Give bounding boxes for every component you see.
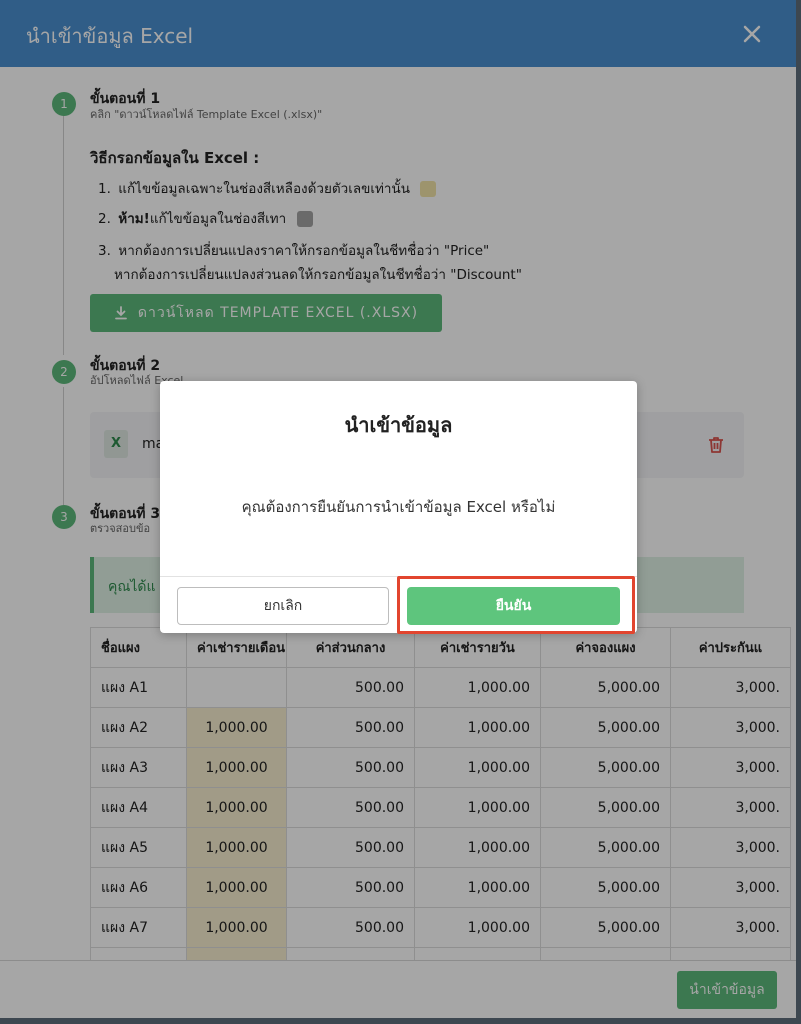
confirm-button-highlight <box>397 576 635 634</box>
dialog-title: นำเข้าข้อมูล <box>344 413 453 437</box>
cancel-button[interactable]: ยกเลิก <box>177 587 389 625</box>
dialog-message: คุณต้องการยืนยันการนำเข้าข้อมูล Excel หร… <box>241 498 556 516</box>
